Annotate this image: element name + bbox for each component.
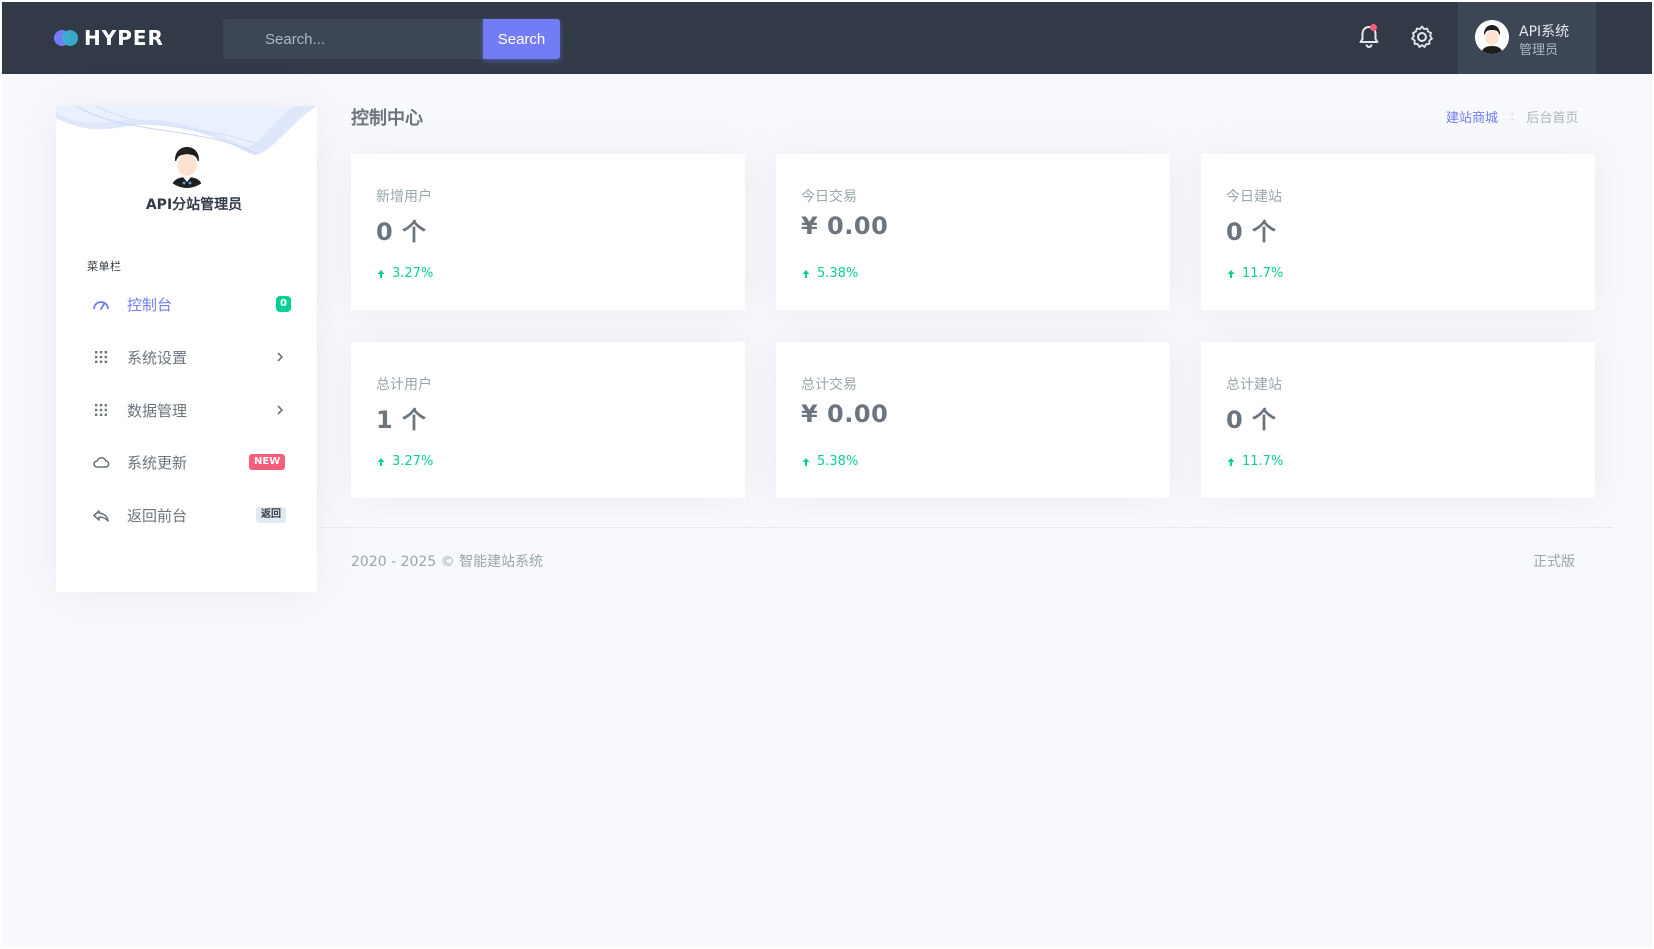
card-trend: 5.38%: [801, 454, 858, 469]
arrow-up-icon: [1227, 269, 1235, 278]
app-frame: HYPER Search... Search API系统 管理员 API分站管理…: [2, 2, 1652, 947]
sidebar-item-label: 返回前台: [127, 506, 188, 525]
chevron-right-icon: [277, 405, 284, 415]
search-input[interactable]: [223, 19, 483, 59]
card-label: 新增用户: [376, 189, 432, 205]
card-trend: 11.7%: [1226, 266, 1283, 281]
card-label: 总计用户: [376, 377, 432, 393]
user-name: API系统: [1519, 24, 1570, 40]
sidebar-item-label: 系统设置: [127, 348, 188, 367]
profile-name: API分站管理员: [145, 197, 243, 213]
sidebar-item-system-update[interactable]: 系统更新 NEW: [56, 442, 317, 482]
card-trend: 11.7%: [1226, 454, 1283, 469]
cloud-icon: [92, 453, 110, 471]
arrow-up-icon: [377, 269, 385, 278]
stat-card-today-transactions: 今日交易 ¥ 0.00 5.38%: [776, 154, 1170, 310]
sidebar-item-label: 数据管理: [127, 401, 188, 420]
brand-name: HYPER: [84, 26, 164, 50]
card-trend: 5.38%: [801, 266, 858, 281]
dashboard-icon: [92, 295, 110, 313]
sidebar-item-label: 系统更新: [127, 453, 188, 472]
arrow-up-icon: [802, 269, 810, 278]
left-sidebar: API分站管理员 菜单栏 控制台 0 系统设置 数据管理 系统更新 NEW 返回…: [56, 106, 317, 592]
trend-value: 3.27%: [392, 266, 434, 281]
stat-card-total-users: 总计用户 1 个 3.27%: [351, 342, 745, 498]
sidebar-item-system-settings[interactable]: 系统设置: [56, 337, 317, 377]
card-label: 总计建站: [1226, 377, 1282, 393]
count-badge: 0: [276, 296, 291, 312]
sidebar-item-label: 控制台: [127, 295, 173, 314]
stat-card-today-sites: 今日建站 0 个 11.7%: [1201, 154, 1595, 310]
stat-card-total-sites: 总计建站 0 个 11.7%: [1201, 342, 1595, 498]
logo-mark-icon: [54, 30, 80, 46]
arrow-up-icon: [1227, 457, 1235, 466]
bell-icon[interactable]: [1356, 24, 1382, 50]
trend-value: 11.7%: [1242, 454, 1284, 469]
trend-value: 5.38%: [817, 266, 859, 281]
card-label: 今日建站: [1226, 189, 1282, 205]
user-role: 管理员: [1519, 43, 1559, 58]
card-trend: 3.27%: [376, 266, 433, 281]
top-navbar: HYPER Search... Search API系统 管理员: [2, 2, 1652, 74]
sidebar-item-data-management[interactable]: 数据管理: [56, 390, 317, 430]
card-value: ¥ 0.00: [801, 400, 889, 428]
card-trend: 3.27%: [376, 454, 433, 469]
footer-copyright: 2020 - 2025 © 智能建站系统: [351, 554, 544, 570]
card-label: 总计交易: [801, 377, 857, 393]
trend-value: 11.7%: [1242, 266, 1284, 281]
reply-icon: [92, 506, 110, 524]
brand-logo[interactable]: HYPER: [54, 26, 164, 50]
breadcrumb-separator: :: [1510, 109, 1515, 124]
stat-card-total-transactions: 总计交易 ¥ 0.00 5.38%: [776, 342, 1170, 498]
breadcrumb-current: 后台首页: [1526, 111, 1579, 126]
footer-divider: [320, 527, 1612, 528]
trend-value: 3.27%: [392, 454, 434, 469]
chevron-right-icon: [277, 352, 284, 362]
breadcrumb: 建站商城 : 后台首页: [1446, 107, 1578, 126]
notification-dot: [1370, 24, 1377, 31]
sidebar-item-back-to-frontend[interactable]: 返回前台 返回: [56, 495, 317, 535]
arrow-up-icon: [802, 457, 810, 466]
card-value: 0 个: [376, 218, 427, 246]
stat-card-new-users: 新增用户 0 个 3.27%: [351, 154, 745, 310]
user-menu[interactable]: API系统 管理员: [1458, 2, 1596, 74]
back-badge: 返回: [256, 507, 286, 523]
gear-icon[interactable]: [1409, 24, 1435, 50]
page-title: 控制中心: [351, 108, 423, 129]
card-value: 0 个: [1226, 218, 1277, 246]
trend-value: 5.38%: [817, 454, 859, 469]
footer-version: 正式版: [1533, 554, 1575, 570]
new-badge: NEW: [249, 454, 286, 470]
breadcrumb-link[interactable]: 建站商城: [1446, 107, 1498, 126]
card-value: 0 个: [1226, 406, 1277, 434]
search-button[interactable]: Search: [483, 19, 560, 59]
grid-icon: [92, 348, 110, 366]
card-label: 今日交易: [801, 189, 857, 205]
grid-icon: [92, 401, 110, 419]
menu-title: 菜单栏: [87, 260, 122, 273]
arrow-up-icon: [377, 457, 385, 466]
sidebar-item-dashboard[interactable]: 控制台 0: [56, 284, 317, 324]
search-form: Search: [223, 19, 560, 59]
avatar: [1475, 20, 1509, 54]
card-value: 1 个: [376, 406, 427, 434]
card-value: ¥ 0.00: [801, 212, 889, 240]
profile-avatar[interactable]: [163, 140, 211, 188]
